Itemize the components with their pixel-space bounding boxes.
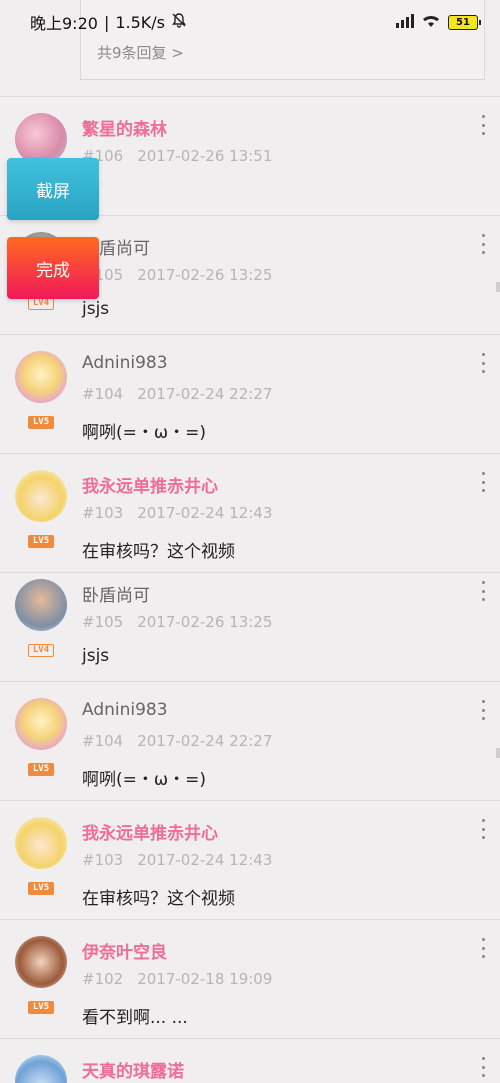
- more-menu-icon[interactable]: [480, 353, 486, 373]
- comment-time: 2017-02-18 19:09: [137, 970, 273, 988]
- comment-meta: #106 2017-02-26 13:51: [82, 147, 272, 165]
- more-menu-icon[interactable]: [480, 1057, 486, 1077]
- comment-item[interactable]: LV5 我永远单推赤井心 #103 2017-02-24 12:43 在审核吗？这…: [0, 454, 500, 573]
- comment-time: 2017-02-26 13:25: [137, 613, 273, 631]
- avatar[interactable]: [15, 470, 67, 522]
- more-menu-icon[interactable]: [480, 700, 486, 720]
- screenshot-button[interactable]: 截屏: [7, 158, 99, 220]
- comment-item[interactable]: LV4 卧盾尚可 #105 2017-02-26 13:25 jsjs: [0, 563, 500, 682]
- comment-content: jsjs: [82, 299, 110, 319]
- comment-item[interactable]: LV5 Adnini983 #104 2017-02-24 22:27 啊咧(=・…: [0, 335, 500, 454]
- comment-item[interactable]: 天真的琪露诺: [0, 1039, 500, 1083]
- comment-item[interactable]: LV5 我永远单推赤井心 #103 2017-02-24 12:43 在审核吗？这…: [0, 801, 500, 920]
- level-badge: LV5: [28, 763, 54, 776]
- comment-time: 2017-02-26 13:51: [137, 147, 273, 165]
- comment-username[interactable]: 我永远单推赤井心: [82, 472, 218, 497]
- more-menu-icon[interactable]: [480, 938, 486, 958]
- comment-meta: #102 2017-02-18 19:09: [82, 970, 272, 988]
- comment-item[interactable]: LV5 伊奈叶空良 #102 2017-02-18 19:09 看不到啊... .…: [0, 920, 500, 1039]
- status-bar: 晚上9:20 | 1.5K/s 51: [0, 0, 500, 44]
- comment-floor: #103: [82, 504, 124, 522]
- done-button[interactable]: 完成: [7, 237, 99, 299]
- comment-username[interactable]: 我永远单推赤井心: [82, 819, 218, 844]
- level-badge: LV4: [28, 644, 54, 657]
- comment-meta: #103 2017-02-24 12:43: [82, 504, 272, 522]
- comment-meta: #103 2017-02-24 12:43: [82, 851, 272, 869]
- comment-meta: #104 2017-02-24 22:27: [82, 385, 272, 403]
- comment-content: 看不到啊... ...: [82, 1008, 188, 1028]
- status-time: 晚上9:20: [30, 14, 98, 33]
- avatar[interactable]: [15, 817, 67, 869]
- more-replies-link[interactable]: 共9条回复 >: [97, 42, 184, 63]
- wifi-icon: [422, 13, 440, 32]
- level-badge: LV5: [28, 1001, 54, 1014]
- comment-time: 2017-02-24 22:27: [137, 732, 273, 750]
- scrollbar[interactable]: [496, 748, 500, 758]
- more-menu-icon[interactable]: [480, 234, 486, 254]
- avatar[interactable]: [15, 579, 67, 631]
- scrollbar[interactable]: [496, 282, 500, 292]
- comment-meta: #104 2017-02-24 22:27: [82, 732, 272, 750]
- more-menu-icon[interactable]: [480, 819, 486, 839]
- avatar[interactable]: [15, 698, 67, 750]
- comment-floor: #104: [82, 732, 124, 750]
- comment-content: 啊咧(=・ω・=): [82, 770, 206, 790]
- comment-time: 2017-02-24 12:43: [137, 851, 273, 869]
- level-badge: LV5: [28, 535, 54, 548]
- comment-username[interactable]: Adnini983: [82, 700, 168, 720]
- more-menu-icon[interactable]: [480, 581, 486, 601]
- comment-username[interactable]: 卧盾尚可: [82, 581, 150, 606]
- comment-username[interactable]: 繁星的森林: [82, 115, 167, 140]
- comment-time: 2017-02-26 13:25: [137, 266, 273, 284]
- signal-icon: [396, 13, 414, 32]
- comment-floor: #104: [82, 385, 124, 403]
- level-badge: LV5: [28, 882, 54, 895]
- avatar[interactable]: [15, 351, 67, 403]
- comment-username[interactable]: 天真的琪露诺: [82, 1057, 184, 1082]
- comment-username[interactable]: Adnini983: [82, 353, 168, 373]
- comment-floor: #103: [82, 851, 124, 869]
- more-menu-icon[interactable]: [480, 472, 486, 492]
- battery-level: 51: [456, 16, 470, 28]
- comment-meta: #105 2017-02-26 13:25: [82, 613, 272, 631]
- avatar[interactable]: [15, 1055, 67, 1083]
- battery-icon: 51: [448, 14, 481, 30]
- comment-time: 2017-02-24 12:43: [137, 504, 273, 522]
- comment-floor: #102: [82, 970, 124, 988]
- comment-floor: #105: [82, 613, 124, 631]
- comment-item[interactable]: LV5 Adnini983 #104 2017-02-24 22:27 啊咧(=・…: [0, 682, 500, 801]
- more-menu-icon[interactable]: [480, 115, 486, 135]
- avatar[interactable]: [15, 936, 67, 988]
- mute-icon: [171, 12, 187, 32]
- comment-time: 2017-02-24 22:27: [137, 385, 273, 403]
- comment-content: jsjs: [82, 646, 110, 666]
- level-badge: LV5: [28, 416, 54, 429]
- comment-username[interactable]: 伊奈叶空良: [82, 938, 167, 963]
- network-speed: 1.5K/s: [115, 12, 165, 32]
- comment-content: 在审核吗？这个视频: [82, 889, 235, 909]
- comment-content: 啊咧(=・ω・=): [82, 423, 206, 443]
- comment-meta: #105 2017-02-26 13:25: [82, 266, 272, 284]
- comment-content: 在审核吗？这个视频: [82, 542, 235, 562]
- status-separator: |: [103, 12, 110, 32]
